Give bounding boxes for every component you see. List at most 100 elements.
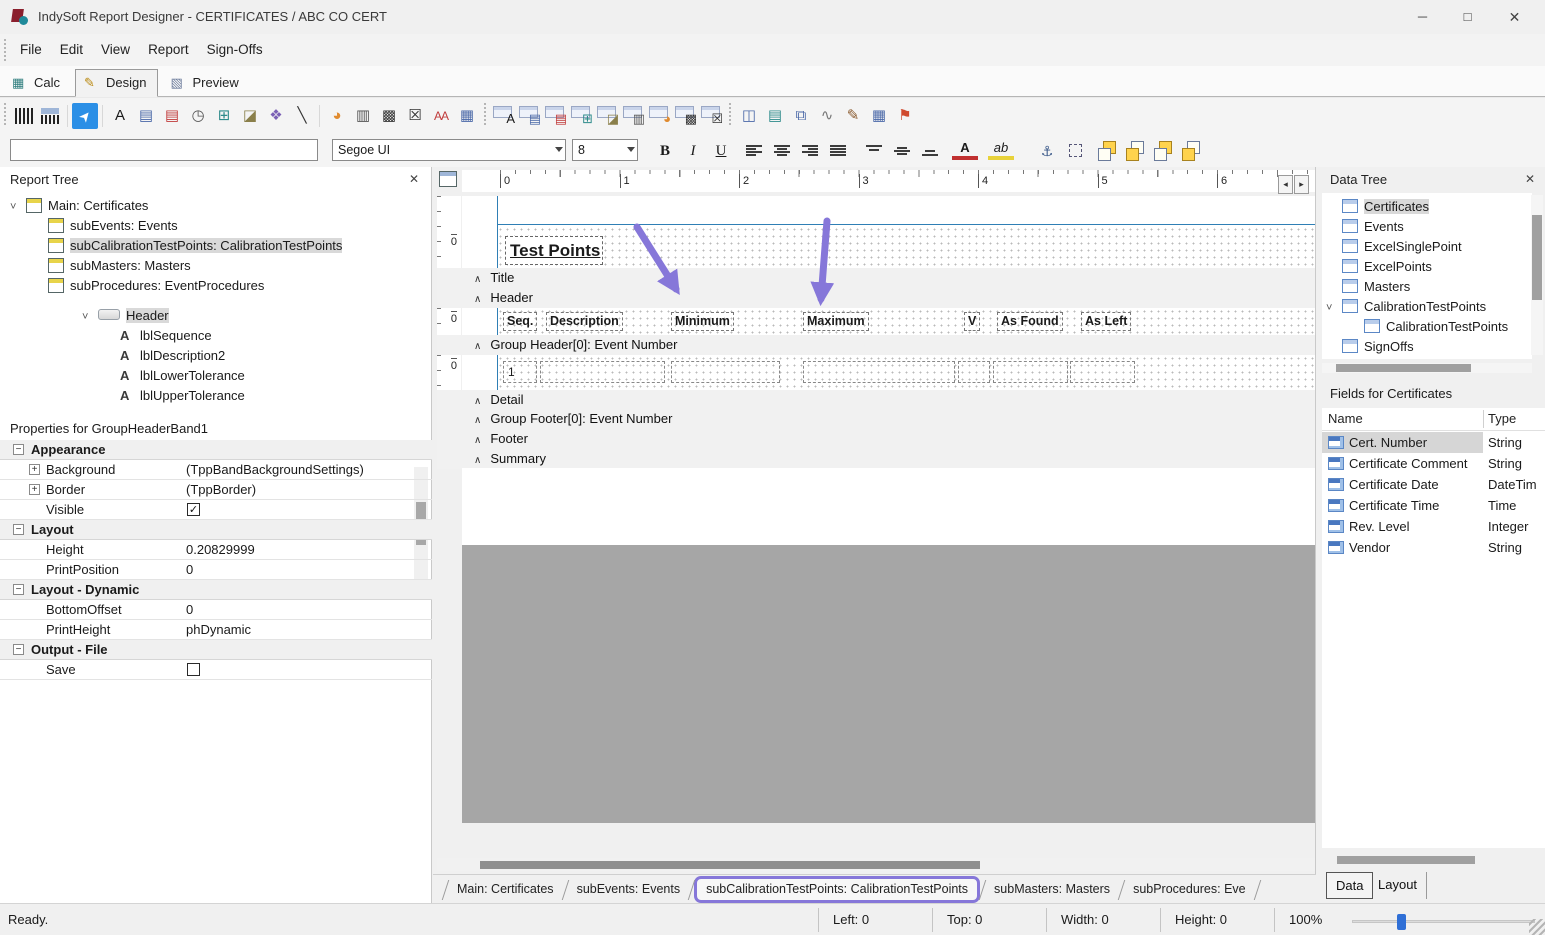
maximize-button[interactable]: □	[1445, 0, 1490, 34]
zoom-slider[interactable]	[1352, 920, 1535, 923]
menu-sign-offs[interactable]: Sign-Offs	[198, 34, 272, 66]
fields-horizontal-scrollbar[interactable]	[1322, 855, 1532, 865]
tab-preview[interactable]: ▧Preview	[162, 70, 249, 97]
checkbox-unchecked-icon[interactable]	[187, 663, 200, 676]
expand-icon[interactable]: +	[29, 464, 40, 475]
underline-button[interactable]: U	[708, 138, 734, 164]
db-barcode-2d-button[interactable]: ▩	[673, 103, 699, 129]
subreport-button[interactable]: ▤	[762, 103, 788, 129]
property-value[interactable]: (TppBorder)	[186, 480, 256, 499]
highlight-color-button[interactable]: ab	[988, 138, 1014, 160]
font-size-select[interactable]: 8	[572, 139, 638, 161]
column-header-label-description[interactable]: Description	[546, 312, 623, 331]
italic-button[interactable]: I	[680, 138, 706, 164]
dbtext-component[interactable]	[958, 361, 990, 383]
barcode-grid-button[interactable]	[37, 103, 63, 129]
data-tree-horizontal-scrollbar[interactable]	[1322, 363, 1532, 373]
checkbox-button[interactable]: ☒	[402, 103, 428, 129]
select-tool-button[interactable]: ➤	[72, 103, 98, 129]
char-convert-button[interactable]: AA	[428, 103, 454, 129]
close-icon[interactable]: ✕	[409, 172, 419, 186]
tab-calc[interactable]: ▦Calc	[4, 70, 71, 97]
align-left-button[interactable]	[746, 145, 762, 157]
border-settings-button[interactable]	[1062, 138, 1088, 164]
valign-bottom-button[interactable]	[922, 145, 938, 157]
property-value[interactable]: (TppBandBackgroundSettings)	[186, 460, 364, 479]
tab-scroll-right-button[interactable]: ▸	[1294, 175, 1309, 194]
doc-tab-submasters[interactable]: subMasters: Masters	[985, 878, 1119, 901]
band-bar-footer[interactable]: ∧Footer	[437, 429, 1315, 449]
property-row-visible[interactable]: Visible✓	[0, 500, 432, 520]
column-header-label-minimum[interactable]: Minimum	[671, 312, 734, 331]
menu-file[interactable]: File	[11, 34, 51, 66]
resize-grip[interactable]	[1529, 919, 1545, 935]
anchor-button[interactable]: ⚓	[1034, 138, 1060, 164]
menu-edit[interactable]: Edit	[51, 34, 92, 66]
label-button[interactable]: A	[107, 103, 133, 129]
property-group-appearance[interactable]: −Appearance	[0, 440, 432, 460]
field-row-certificate-comment[interactable]: Certificate CommentString	[1322, 453, 1545, 474]
property-row-printposition[interactable]: PrintPosition0	[0, 560, 432, 580]
menu-view[interactable]: View	[92, 34, 139, 66]
doc-tab-subprocedures[interactable]: subProcedures: Eve	[1124, 878, 1255, 901]
valign-middle-button[interactable]	[894, 145, 910, 157]
system-variable-button[interactable]: ◷	[185, 103, 211, 129]
canvas-horizontal-scrollbar[interactable]	[437, 858, 1315, 871]
band-bar-summary[interactable]: ∧Summary	[437, 449, 1315, 469]
tab-data[interactable]: Data	[1326, 872, 1373, 899]
minimize-button[interactable]: ─	[1400, 0, 1445, 34]
tree-item-lbluppertolerance[interactable]: AlblUpperTolerance	[104, 386, 245, 406]
collapse-band-icon[interactable]: ∧	[474, 396, 481, 407]
region-button[interactable]: ◫	[736, 103, 762, 129]
tree-item-submasters[interactable]: subMasters: Masters	[32, 256, 191, 276]
data-tree-vertical-scrollbar[interactable]	[1531, 195, 1543, 355]
align-justify-button[interactable]	[830, 145, 846, 157]
bold-button[interactable]: B	[652, 138, 678, 164]
collapse-icon[interactable]: −	[13, 524, 24, 535]
data-tree-item-events[interactable]: Events	[1326, 217, 1404, 237]
data-tree-item-masters[interactable]: Masters	[1326, 277, 1410, 297]
property-group-layout-dynamic[interactable]: −Layout - Dynamic	[0, 580, 432, 600]
tree-item-main[interactable]: ˅Main: Certificates	[10, 196, 148, 216]
component-name-input[interactable]	[10, 139, 318, 161]
data-tree-item-calibrationtestpoints-child[interactable]: CalibrationTestPoints	[1348, 317, 1508, 337]
data-tree-item-excelsinglepoint[interactable]: ExcelSinglePoint	[1326, 237, 1462, 257]
memo-button[interactable]: ▤	[133, 103, 159, 129]
fields-column-name[interactable]: Name	[1328, 408, 1363, 430]
band-bar-group-footer-0-event-number[interactable]: ∧Group Footer[0]: Event Number	[437, 409, 1315, 429]
data-tree-item-excelpoints[interactable]: ExcelPoints	[1326, 257, 1432, 277]
column-header-label-v[interactable]: V	[964, 312, 980, 331]
shape-button[interactable]: ❖	[263, 103, 289, 129]
dbtext-component[interactable]	[993, 361, 1068, 383]
data-tree-item-certificates[interactable]: Certificates	[1326, 197, 1429, 217]
db-richtext-button[interactable]: ▤	[543, 103, 569, 129]
dbtext-component[interactable]	[671, 361, 780, 383]
title-band[interactable]: Test Points	[462, 196, 1315, 268]
property-group-layout[interactable]: −Layout	[0, 520, 432, 540]
align-center-button[interactable]	[774, 145, 790, 157]
font-name-select[interactable]: Segoe UI	[332, 139, 566, 161]
bring-to-front-button[interactable]	[1096, 140, 1118, 162]
report-title-label[interactable]: Test Points	[505, 236, 603, 265]
property-group-output-file[interactable]: −Output - File	[0, 640, 432, 660]
field-row-certificate-date[interactable]: Certificate DateDateTim	[1322, 474, 1545, 495]
dbtext-component[interactable]	[803, 361, 955, 383]
property-value[interactable]: phDynamic	[186, 620, 251, 639]
collapse-band-icon[interactable]: ∧	[474, 435, 481, 446]
tree-item-lbllowertolerance[interactable]: AlblLowerTolerance	[104, 366, 245, 386]
collapse-icon[interactable]: −	[13, 644, 24, 655]
db-barcode-button[interactable]: ▥	[621, 103, 647, 129]
data-tree-item-signoffs[interactable]: SignOffs	[1326, 337, 1414, 357]
field-row-rev-level[interactable]: Rev. LevelInteger	[1322, 516, 1545, 537]
collapse-icon[interactable]: −	[13, 584, 24, 595]
line-button[interactable]: ╲	[289, 103, 315, 129]
dbtext-component[interactable]: 1	[503, 361, 537, 383]
field-row-vendor[interactable]: VendorString	[1322, 537, 1545, 558]
collapse-band-icon[interactable]: ∧	[474, 455, 481, 466]
tab-layout[interactable]: Layout	[1369, 872, 1427, 899]
property-row-bottomoffset[interactable]: BottomOffset0	[0, 600, 432, 620]
column-header-label-as-found[interactable]: As Found	[997, 312, 1063, 331]
checkbox-checked-icon[interactable]: ✓	[187, 503, 200, 516]
band-bar-group-header-0-event-number[interactable]: ∧Group Header[0]: Event Number	[437, 335, 1315, 355]
tree-item-subevents[interactable]: subEvents: Events	[32, 216, 178, 236]
